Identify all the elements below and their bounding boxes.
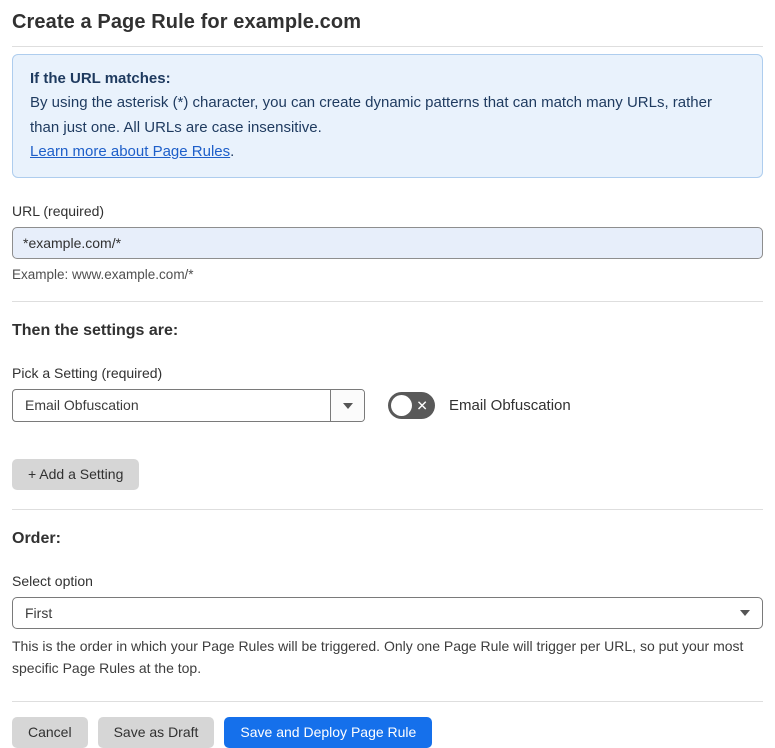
url-match-info-box: If the URL matches: By using the asteris… [12, 54, 763, 179]
link-suffix: . [230, 142, 235, 160]
page-title: Create a Page Rule for example.com [12, 11, 362, 33]
chevron-down-icon [740, 610, 750, 617]
cancel-button[interactable]: Cancel [12, 716, 88, 748]
email-obfuscation-toggle-group: ✕ Email Obfuscation [388, 392, 571, 420]
url-example-helper: Example: www.example.com/* [12, 267, 194, 283]
setting-row: Email Obfuscation ✕ Email Obfuscation [12, 389, 763, 423]
settings-section-heading: Then the settings are: [12, 322, 179, 340]
info-box-link-line: Learn more about Page Rules. [30, 140, 745, 164]
divider-under-title [12, 46, 763, 47]
email-obfuscation-toggle[interactable]: ✕ [388, 392, 435, 420]
toggle-label: Email Obfuscation [449, 397, 571, 415]
toggle-off-x-icon: ✕ [416, 397, 428, 414]
add-setting-button[interactable]: + Add a Setting [12, 459, 140, 491]
setting-dropdown-button[interactable] [330, 390, 364, 422]
info-box-heading: If the URL matches: [30, 70, 171, 87]
pick-setting-label: Pick a Setting (required) [12, 365, 163, 382]
save-as-draft-button[interactable]: Save as Draft [97, 716, 215, 748]
setting-dropdown-value: Email Obfuscation [25, 397, 139, 414]
divider-above-settings [12, 301, 763, 303]
url-input[interactable] [12, 227, 763, 260]
order-dropdown-value: First [25, 605, 53, 622]
select-option-label: Select option [12, 573, 93, 590]
order-dropdown[interactable]: First [12, 597, 763, 630]
order-helper-text: This is the order in which your Page Rul… [12, 638, 744, 676]
setting-dropdown[interactable]: Email Obfuscation [12, 389, 365, 423]
info-box-body: By using the asterisk (*) character, you… [30, 94, 712, 136]
learn-more-link[interactable]: Learn more about Page Rules [30, 143, 230, 160]
footer-actions: Cancel Save as Draft Save and Deploy Pag… [12, 716, 763, 748]
save-and-deploy-button[interactable]: Save and Deploy Page Rule [224, 716, 433, 748]
order-section-heading: Order: [12, 530, 61, 548]
toggle-knob [391, 395, 412, 417]
url-field-label: URL (required) [12, 203, 105, 220]
divider-above-footer [12, 700, 763, 702]
divider-above-order [12, 509, 763, 511]
chevron-down-icon [342, 402, 353, 409]
page-rule-form: Create a Page Rule for example.com If th… [0, 0, 775, 748]
